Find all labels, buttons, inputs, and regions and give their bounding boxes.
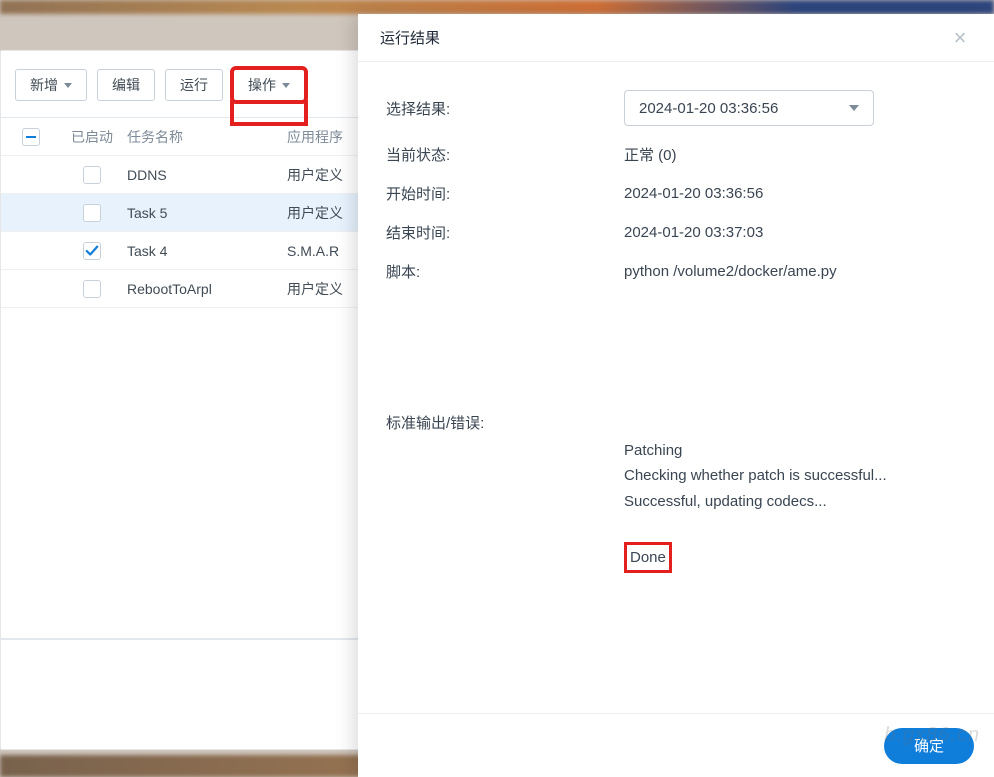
select-all-checkbox[interactable] bbox=[22, 128, 40, 146]
stdout-output: Patching Checking whether patch is succe… bbox=[624, 412, 966, 573]
stdout-lines: Patching Checking whether patch is succe… bbox=[624, 442, 887, 510]
chevron-down-icon bbox=[64, 83, 72, 88]
task-name: DDNS bbox=[123, 167, 283, 183]
status-label: 当前状态: bbox=[386, 144, 624, 165]
chevron-down-icon bbox=[849, 105, 859, 111]
add-button[interactable]: 新增 bbox=[15, 69, 87, 101]
start-time-value: 2024-01-20 03:36:56 bbox=[624, 185, 966, 202]
script-value: python /volume2/docker/ame.py bbox=[624, 263, 966, 280]
stdout-label: 标准输出/错误: bbox=[386, 412, 624, 573]
status-value: 正常 (0) bbox=[624, 144, 966, 165]
task-name: Task 5 bbox=[123, 205, 283, 221]
start-time-label: 开始时间: bbox=[386, 183, 624, 204]
action-button[interactable]: 操作 bbox=[233, 69, 305, 101]
stdout-done-highlight: Done bbox=[624, 542, 672, 574]
select-result-row: 选择结果: 2024-01-20 03:36:56 bbox=[386, 90, 966, 126]
add-button-label: 新增 bbox=[30, 75, 58, 95]
ok-button[interactable]: 确定 bbox=[884, 728, 974, 764]
task-name: RebootToArpl bbox=[123, 281, 283, 297]
row-checkbox[interactable] bbox=[83, 242, 101, 260]
select-result-label: 选择结果: bbox=[386, 98, 624, 119]
start-time-row: 开始时间: 2024-01-20 03:36:56 bbox=[386, 183, 966, 204]
ok-button-label: 确定 bbox=[914, 738, 944, 755]
modal-header: 运行结果 × bbox=[358, 14, 994, 62]
end-time-row: 结束时间: 2024-01-20 03:37:03 bbox=[386, 222, 966, 243]
status-row: 当前状态: 正常 (0) bbox=[386, 144, 966, 165]
modal-title: 运行结果 bbox=[380, 27, 440, 48]
row-checkbox[interactable] bbox=[83, 204, 101, 222]
script-label: 脚本: bbox=[386, 261, 624, 282]
script-row: 脚本: python /volume2/docker/ame.py bbox=[386, 261, 966, 282]
check-icon bbox=[85, 244, 99, 258]
run-button[interactable]: 运行 bbox=[165, 69, 223, 101]
end-time-value: 2024-01-20 03:37:03 bbox=[624, 224, 966, 241]
modal-footer: 确定 bbox=[358, 713, 994, 777]
action-button-label: 操作 bbox=[248, 75, 276, 95]
row-checkbox[interactable] bbox=[83, 280, 101, 298]
background-decor bbox=[0, 0, 994, 14]
edit-button[interactable]: 编辑 bbox=[97, 69, 155, 101]
col-header-enabled[interactable]: 已启动 bbox=[61, 127, 123, 147]
modal-body: 选择结果: 2024-01-20 03:36:56 当前状态: 正常 (0) 开… bbox=[358, 62, 994, 713]
col-header-name[interactable]: 任务名称 bbox=[123, 127, 283, 147]
run-result-modal: 运行结果 × 选择结果: 2024-01-20 03:36:56 当前状态: 正… bbox=[358, 14, 994, 777]
task-name: Task 4 bbox=[123, 243, 283, 259]
row-checkbox[interactable] bbox=[83, 166, 101, 184]
result-select[interactable]: 2024-01-20 03:36:56 bbox=[624, 90, 874, 126]
stdout-section: 标准输出/错误: Patching Checking whether patch… bbox=[386, 412, 966, 573]
edit-button-label: 编辑 bbox=[112, 75, 140, 95]
result-select-value: 2024-01-20 03:36:56 bbox=[639, 100, 778, 117]
chevron-down-icon bbox=[282, 83, 290, 88]
run-button-label: 运行 bbox=[180, 75, 208, 95]
close-icon[interactable]: × bbox=[948, 25, 972, 51]
end-time-label: 结束时间: bbox=[386, 222, 624, 243]
